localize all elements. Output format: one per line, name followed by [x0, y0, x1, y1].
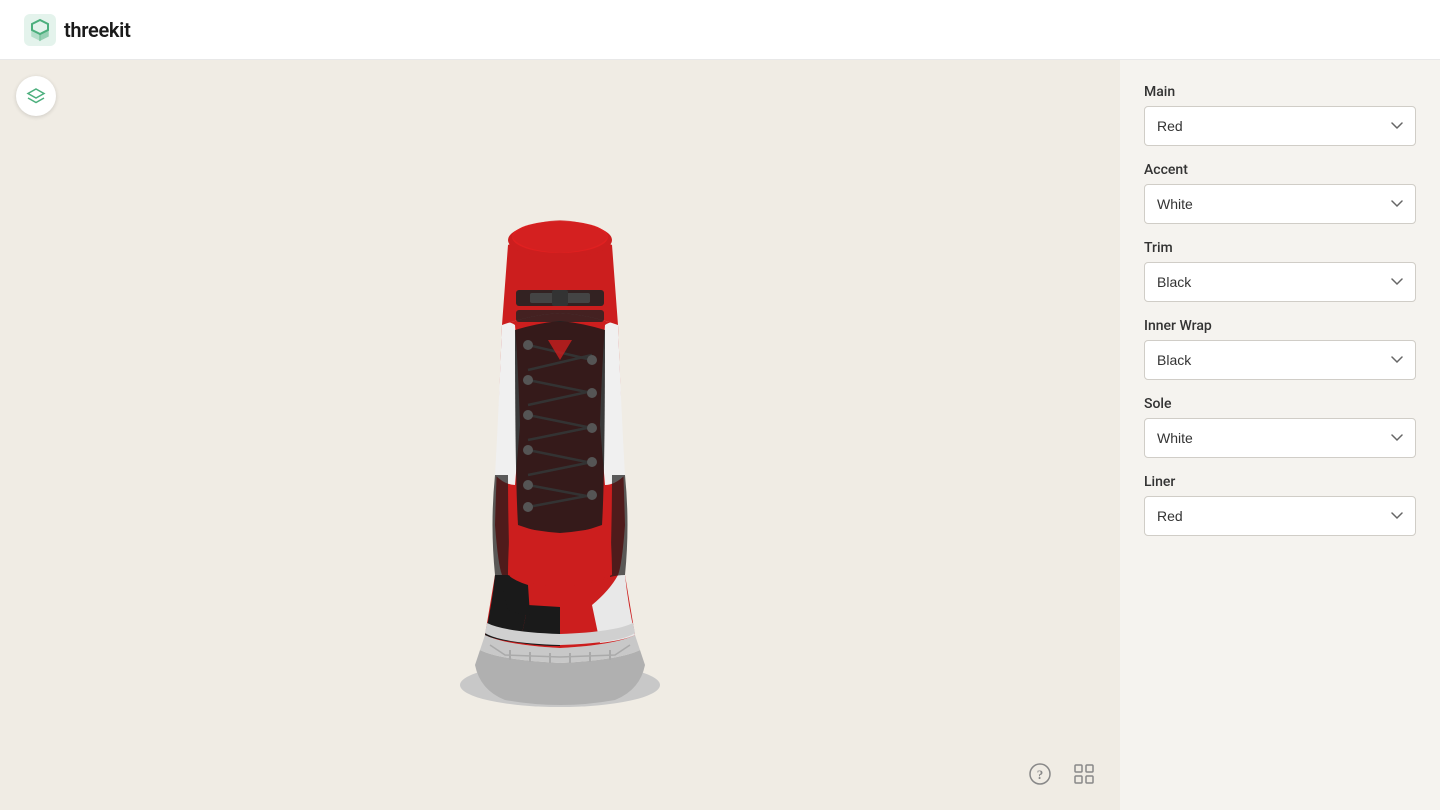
expand-icon [1073, 763, 1095, 785]
expand-button[interactable] [1068, 758, 1100, 790]
option-select-trim[interactable]: BlackWhiteRedBlue [1144, 262, 1416, 302]
viewer-area: ? [0, 60, 1120, 810]
option-label-inner_wrap: Inner Wrap [1144, 318, 1416, 334]
option-select-main[interactable]: RedBlackWhiteBlue [1144, 106, 1416, 146]
logo-area: threekit [24, 14, 131, 46]
option-group-sole: Sole WhiteBlackRedBlue [1144, 396, 1416, 458]
help-button[interactable]: ? [1024, 758, 1056, 790]
option-select-sole[interactable]: WhiteBlackRedBlue [1144, 418, 1416, 458]
viewer-bottom-toolbar: ? [1024, 758, 1100, 790]
option-group-liner: Liner RedBlackWhiteBlue [1144, 474, 1416, 536]
help-icon: ? [1029, 763, 1051, 785]
option-label-liner: Liner [1144, 474, 1416, 490]
right-panel: Main RedBlackWhiteBlue Accent WhiteBlackRed… [1120, 60, 1440, 810]
option-group-inner_wrap: Inner Wrap BlackWhiteRedBlue [1144, 318, 1416, 380]
header: threekit [0, 0, 1440, 60]
option-select-inner_wrap[interactable]: BlackWhiteRedBlue [1144, 340, 1416, 380]
option-group-main: Main RedBlackWhiteBlue [1144, 84, 1416, 146]
option-select-accent[interactable]: WhiteBlackRedBlue [1144, 184, 1416, 224]
option-group-accent: Accent WhiteBlackRedBlue [1144, 162, 1416, 224]
logo-icon [24, 14, 56, 46]
boot-3d-view [420, 145, 700, 725]
main-content: ? Main RedBlackWhiteBlue Accent WhiteBlackR… [0, 60, 1440, 810]
logo-text: threekit [64, 18, 131, 42]
option-label-accent: Accent [1144, 162, 1416, 178]
svg-text:?: ? [1037, 767, 1044, 782]
option-select-liner[interactable]: RedBlackWhiteBlue [1144, 496, 1416, 536]
option-label-trim: Trim [1144, 240, 1416, 256]
viewer-toggle-button[interactable] [16, 76, 56, 116]
option-label-sole: Sole [1144, 396, 1416, 412]
option-label-main: Main [1144, 84, 1416, 100]
option-group-trim: Trim BlackWhiteRedBlue [1144, 240, 1416, 302]
layers-icon [26, 86, 46, 106]
boot-image-area [210, 85, 910, 785]
